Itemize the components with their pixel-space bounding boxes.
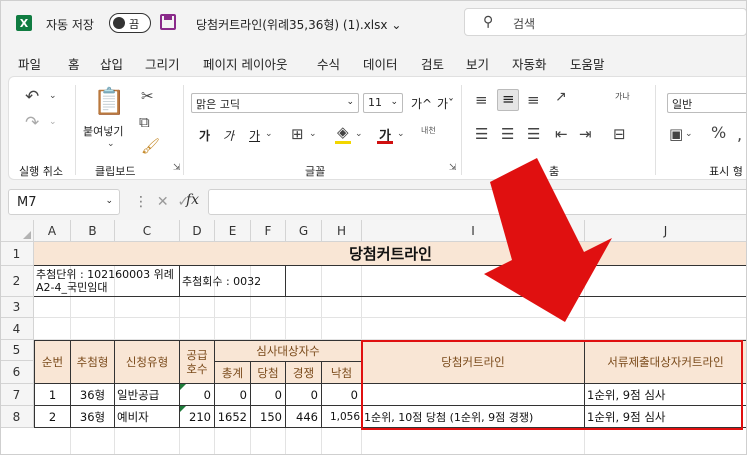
red-arrow-icon [484,158,612,322]
annotation-arrow [484,158,612,322]
